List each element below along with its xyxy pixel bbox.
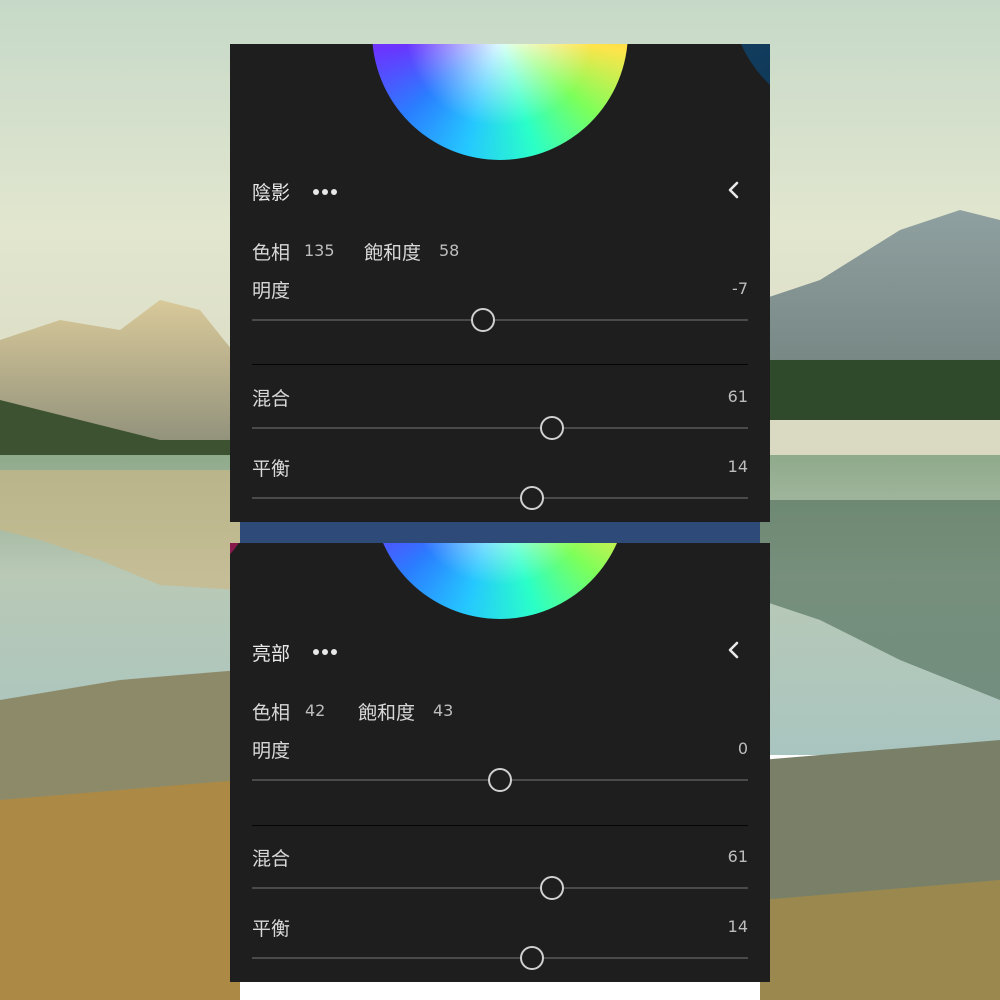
luminance-value: -7 [732, 279, 748, 298]
hue-value: 135 [304, 241, 335, 260]
adjacent-color-wheel [730, 44, 770, 120]
more-dots-icon[interactable] [313, 649, 337, 655]
balance-value: 14 [727, 917, 748, 936]
luminance-slider-track[interactable] [252, 319, 748, 321]
panel-title: 亮部 [252, 643, 291, 665]
blending-slider-track[interactable] [252, 427, 748, 429]
blending-value: 61 [727, 847, 748, 866]
luminance-label: 明度 [252, 280, 291, 302]
section-divider [252, 364, 748, 365]
saturation-label: 飽和度 [364, 242, 422, 264]
blending-slider-thumb[interactable] [540, 416, 565, 440]
shadows-color-wheel[interactable] [372, 44, 628, 160]
blending-label: 混合 [252, 388, 291, 410]
blending-label: 混合 [252, 848, 291, 870]
blending-value: 61 [727, 387, 748, 406]
chevron-left-icon[interactable] [724, 640, 744, 660]
balance-slider-track[interactable] [252, 957, 748, 959]
luminance-slider-thumb[interactable] [470, 308, 495, 332]
highlights-color-wheel[interactable] [372, 543, 628, 619]
shadows-color-grading-panel: 陰影 色相 135 飽和度 58 明度 -7 混合 61 平衡 14 [230, 44, 770, 522]
balance-slider-thumb[interactable] [520, 946, 545, 970]
balance-value: 14 [727, 457, 748, 476]
luminance-slider-thumb[interactable] [488, 768, 512, 792]
panel-title: 陰影 [252, 182, 291, 204]
balance-label: 平衡 [252, 918, 291, 940]
balance-slider-track[interactable] [252, 497, 748, 499]
balance-label: 平衡 [252, 458, 291, 480]
saturation-value: 43 [433, 701, 454, 720]
hue-label: 色相 [252, 702, 291, 724]
hue-value: 42 [305, 701, 326, 720]
saturation-value: 58 [439, 241, 460, 260]
hue-label: 色相 [252, 242, 291, 264]
chevron-left-icon[interactable] [724, 180, 744, 200]
section-divider [252, 825, 748, 826]
luminance-label: 明度 [252, 740, 291, 762]
highlights-color-grading-panel: 亮部 色相 42 飽和度 43 明度 0 混合 61 平衡 14 [230, 543, 770, 982]
blending-slider-track[interactable] [252, 887, 748, 889]
balance-slider-thumb[interactable] [520, 486, 545, 510]
luminance-value: 0 [737, 739, 748, 758]
saturation-label: 飽和度 [358, 702, 416, 724]
adjacent-color-wheel [230, 543, 261, 599]
more-dots-icon[interactable] [313, 189, 337, 195]
blending-slider-thumb[interactable] [540, 876, 565, 900]
